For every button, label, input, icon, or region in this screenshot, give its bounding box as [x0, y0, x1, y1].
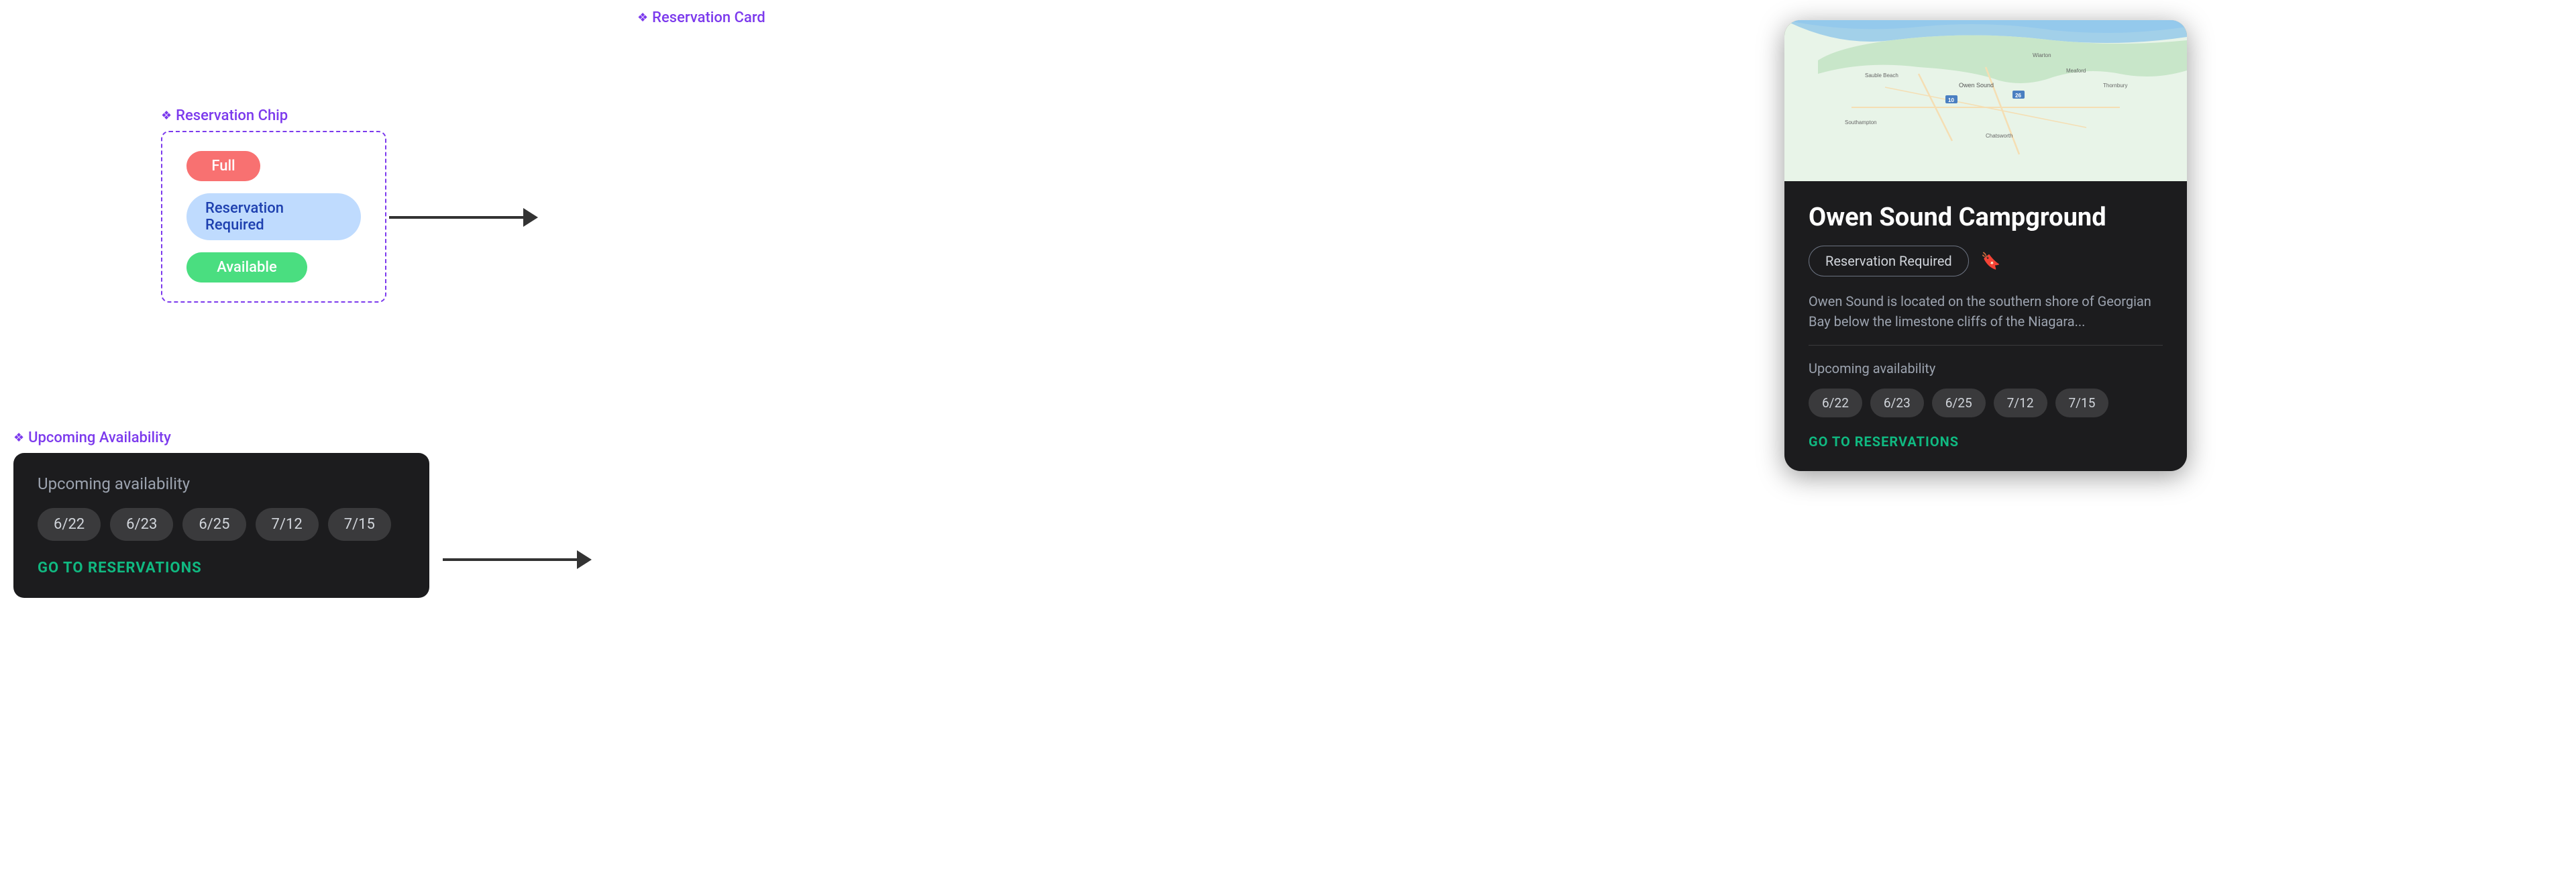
- svg-text:Southampton: Southampton: [1845, 119, 1877, 125]
- upcoming-availability-label: Upcoming Availability: [13, 429, 429, 446]
- svg-text:Thornbury: Thornbury: [2103, 83, 2127, 89]
- svg-text:Wiarton: Wiarton: [2033, 52, 2051, 58]
- svg-text:Owen Sound: Owen Sound: [1959, 82, 1994, 89]
- card-date-chip-2[interactable]: 6/23: [1870, 389, 1924, 417]
- upcoming-title: Upcoming availability: [38, 474, 405, 493]
- svg-text:Meaford: Meaford: [2066, 68, 2086, 74]
- reservation-card: Owen Sound Sauble Beach Meaford Wiarton …: [1784, 20, 2187, 471]
- chip-available[interactable]: Available: [186, 252, 307, 283]
- arrow-chip-to-card: [389, 208, 538, 227]
- card-divider: [1809, 345, 2163, 346]
- reservation-card-section-label: Reservation Card: [637, 9, 765, 26]
- arrow-line-2: [443, 558, 577, 561]
- card-date-chip-3[interactable]: 6/25: [1932, 389, 1986, 417]
- reservation-chip-label: Reservation Chip: [161, 107, 386, 124]
- card-date-chip-4[interactable]: 7/12: [1994, 389, 2047, 417]
- arrow-head: [523, 208, 538, 227]
- card-date-chip-1[interactable]: 6/22: [1809, 389, 1862, 417]
- arrow-upcoming-to-card: [443, 550, 592, 569]
- card-content: Owen Sound Campground Reservation Requir…: [1784, 181, 2187, 471]
- card-go-reservations-button[interactable]: GO TO RESERVATIONS: [1809, 433, 2163, 450]
- card-date-chips-row: 6/22 6/23 6/25 7/12 7/15: [1809, 389, 2163, 417]
- chip-full[interactable]: Full: [186, 151, 260, 181]
- go-reservations-button[interactable]: GO TO RESERVATIONS: [38, 560, 405, 576]
- svg-text:10: 10: [1948, 97, 1954, 103]
- card-chip-row: Reservation Required 🔖: [1809, 246, 2163, 276]
- date-chip-3[interactable]: 6/25: [182, 508, 246, 541]
- card-upcoming-title: Upcoming availability: [1809, 360, 2163, 376]
- date-chip-2[interactable]: 6/23: [110, 508, 173, 541]
- svg-text:Chatsworth: Chatsworth: [1986, 133, 2012, 139]
- bookmark-icon[interactable]: 🔖: [1981, 252, 2001, 270]
- card-date-chip-5[interactable]: 7/15: [2055, 389, 2109, 417]
- upcoming-card: Upcoming availability 6/22 6/23 6/25 7/1…: [13, 453, 429, 598]
- date-chips-row: 6/22 6/23 6/25 7/12 7/15: [38, 508, 405, 541]
- map-svg: Owen Sound Sauble Beach Meaford Wiarton …: [1784, 20, 2187, 181]
- svg-text:Sauble Beach: Sauble Beach: [1865, 72, 1898, 79]
- upcoming-availability-section: Upcoming Availability Upcoming availabil…: [13, 429, 429, 598]
- chip-reservation-required[interactable]: Reservation Required: [186, 193, 361, 240]
- date-chip-4[interactable]: 7/12: [256, 508, 319, 541]
- campground-name: Owen Sound Campground: [1809, 203, 2163, 234]
- chip-box: Full Reservation Required Available: [161, 131, 386, 303]
- card-reservation-chip[interactable]: Reservation Required: [1809, 246, 1969, 276]
- arrow-line: [389, 216, 523, 219]
- svg-text:26: 26: [2015, 93, 2021, 99]
- date-chip-5[interactable]: 7/15: [328, 508, 391, 541]
- reservation-chip-section: Reservation Chip Full Reservation Requir…: [161, 107, 386, 303]
- arrow-head-2: [577, 550, 592, 569]
- card-description: Owen Sound is located on the southern sh…: [1809, 291, 2163, 331]
- map-area: Owen Sound Sauble Beach Meaford Wiarton …: [1784, 20, 2187, 181]
- date-chip-1[interactable]: 6/22: [38, 508, 101, 541]
